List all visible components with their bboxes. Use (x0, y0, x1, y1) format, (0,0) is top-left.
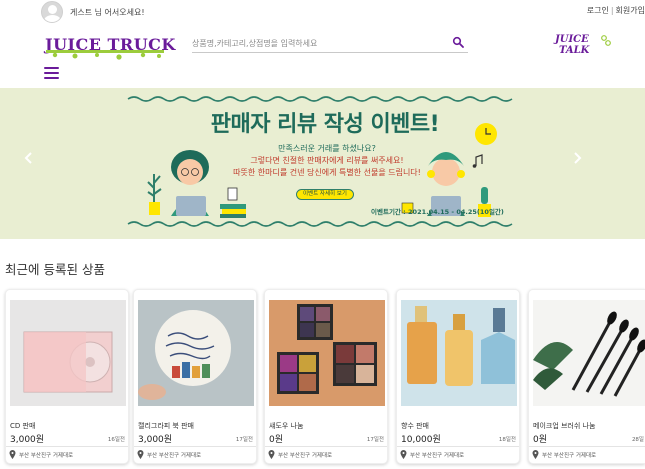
card-divider (529, 446, 645, 447)
search-icon[interactable] (452, 36, 464, 48)
product-time: 16일전 (107, 437, 125, 443)
product-location: 부산 부산진구 거제대로 (410, 453, 465, 459)
greeting-text: 게스트 님 어서오세요! (70, 8, 145, 17)
juice-talk-logo[interactable]: JUICE TALK (555, 34, 611, 60)
product-name: CD 판매 (10, 422, 36, 430)
banner-line2: 그렇다면 친절한 판매자에게 리뷰를 써주세요! (250, 156, 404, 165)
login-link[interactable]: 로그인 (587, 6, 609, 15)
search-input[interactable] (192, 35, 442, 51)
logo-drips-icon (46, 50, 164, 60)
hamburger-menu-icon[interactable] (44, 67, 59, 79)
product-image-calligraphy (138, 300, 254, 406)
product-image-cd (10, 300, 126, 406)
location-pin-icon (400, 450, 407, 459)
product-location: 부산 부산진구 거제대로 (542, 453, 597, 459)
product-time: 17일전 (235, 437, 253, 443)
product-price: 3,000원 (10, 435, 45, 445)
product-card[interactable]: CD 판매 3,000원 16일전 부산 부산진구 거제대로 (5, 289, 129, 464)
product-location: 부산 부산진구 거제대로 (147, 453, 202, 459)
chevron-left-icon[interactable] (24, 152, 34, 164)
card-divider (134, 446, 256, 447)
location-pin-icon (532, 450, 539, 459)
search-bar (192, 33, 468, 53)
signup-link[interactable]: 회원가입 (616, 6, 645, 15)
product-image-brushes (533, 300, 645, 406)
avatar[interactable] (41, 1, 63, 23)
product-location: 부산 부산진구 거제대로 (19, 453, 74, 459)
product-price: 10,000원 (401, 435, 441, 445)
auth-links: 로그인 | 회원가입 (587, 5, 645, 16)
product-image-perfume (401, 300, 517, 406)
product-name: 메이크업 브러쉬 나눔 (533, 422, 596, 430)
product-card[interactable]: 메이크업 브러쉬 나눔 0원 28일 부산 부산진구 거제대로 (528, 289, 645, 464)
juice-truck-logo[interactable]: JUICE TRUCK (45, 35, 175, 61)
product-card[interactable]: 섀도우 나눔 0원 17일전 부산 부산진구 거제대로 (264, 289, 388, 464)
card-divider (397, 446, 519, 447)
banner-title: 판매자 리뷰 작성 이벤트! (210, 112, 440, 137)
product-image-eyeshadow (269, 300, 385, 406)
product-name: 향수 판매 (401, 422, 429, 430)
event-period: 이벤트기간 : 2021.04.15 - 04.25(10일간) (371, 208, 504, 216)
event-details-button[interactable]: 이벤트 자세히 보기 (296, 189, 354, 200)
product-time: 17일전 (366, 437, 384, 443)
location-pin-icon (9, 450, 16, 459)
card-divider (6, 446, 128, 447)
chat-bubbles-icon (601, 35, 611, 46)
card-divider (265, 446, 387, 447)
banner-line1: 만족스러운 거래를 하셨나요? (278, 144, 376, 153)
product-location: 부산 부산진구 거제대로 (278, 453, 333, 459)
product-time: 18일전 (498, 437, 516, 443)
auth-separator: | (610, 6, 614, 15)
product-time: 28일 (631, 437, 644, 443)
product-price: 3,000원 (138, 435, 173, 445)
product-card[interactable]: 캘리그라피 북 판매 3,000원 17일전 부산 부산진구 거제대로 (133, 289, 257, 464)
product-name: 섀도우 나눔 (269, 422, 304, 430)
event-banner[interactable]: 판매자 리뷰 작성 이벤트! 만족스러운 거래를 하셨나요? 그렇다면 친절한 … (0, 88, 645, 239)
location-pin-icon (137, 450, 144, 459)
chevron-right-icon[interactable] (572, 152, 582, 164)
location-pin-icon (268, 450, 275, 459)
product-price: 0원 (269, 435, 284, 445)
top-bar: 게스트 님 어서오세요! 로그인 | 회원가입 (0, 0, 645, 26)
product-price: 0원 (533, 435, 548, 445)
product-name: 캘리그라피 북 판매 (138, 422, 194, 430)
recent-products-title: 최근에 등록된 상품 (5, 262, 105, 277)
product-card[interactable]: 향수 판매 10,000원 18일전 부산 부산진구 거제대로 (396, 289, 520, 464)
banner-line3: 따뜻한 한마디를 건넨 당신에게 특별한 선물을 드립니다! (233, 168, 421, 177)
